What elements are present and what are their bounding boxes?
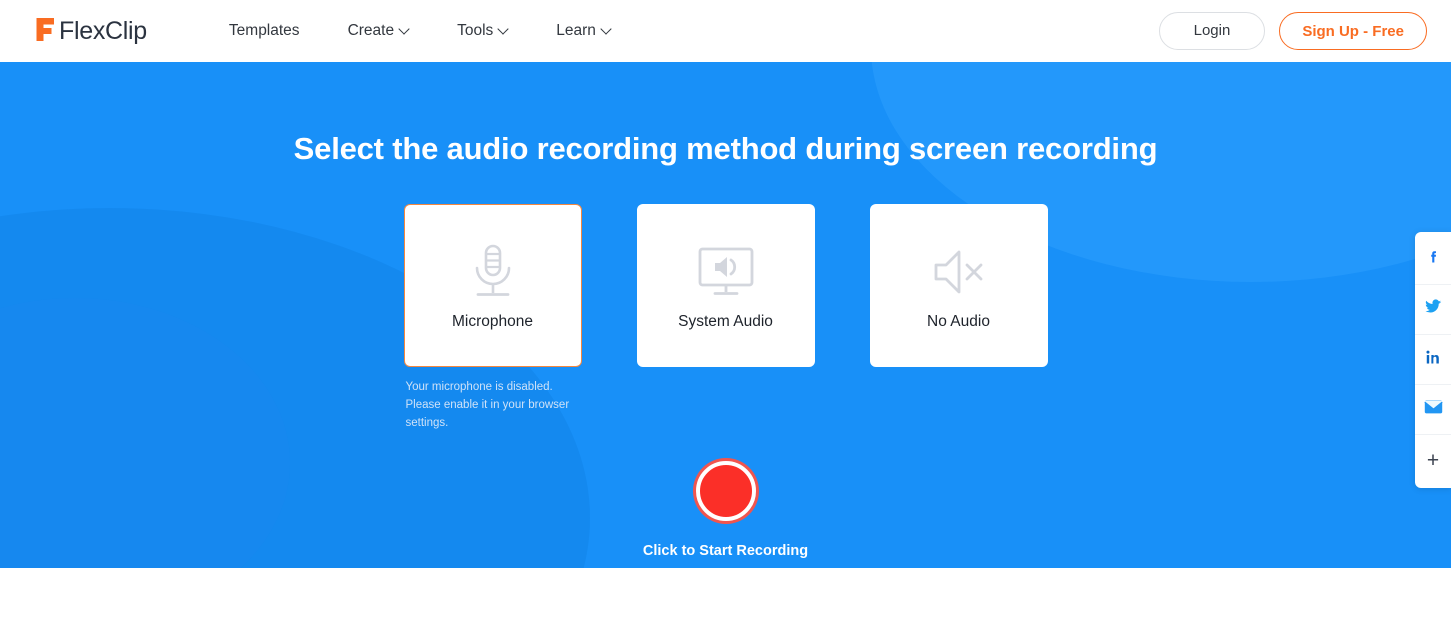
- flexclip-logo-text: FlexClip: [59, 16, 147, 45]
- hero-section: Select the audio recording method during…: [0, 62, 1451, 568]
- record-area: Click to Start Recording: [0, 460, 1451, 559]
- share-twitter-button[interactable]: [1415, 285, 1451, 335]
- option-microphone-wrapper: Microphone Your microphone is disabled. …: [403, 204, 582, 432]
- nav-label: Learn: [556, 22, 596, 39]
- monitor-speaker-icon: [696, 241, 756, 303]
- login-button[interactable]: Login: [1158, 12, 1266, 50]
- option-card-system-audio[interactable]: System Audio: [636, 204, 815, 368]
- audio-method-options: Microphone Your microphone is disabled. …: [0, 204, 1451, 432]
- start-recording-button[interactable]: [695, 460, 756, 521]
- header-actions: Login Sign Up - Free: [1158, 12, 1427, 50]
- email-icon: [1423, 399, 1443, 420]
- flexclip-f-logo-icon: [32, 14, 58, 49]
- nav-item-learn[interactable]: Learn: [532, 14, 635, 48]
- record-hint-label: Click to Start Recording: [642, 542, 809, 559]
- option-label: System Audio: [678, 312, 773, 330]
- option-card-microphone[interactable]: Microphone: [403, 204, 582, 368]
- option-label: Microphone: [452, 312, 533, 330]
- share-linkedin-button[interactable]: [1415, 335, 1451, 385]
- option-card-no-audio[interactable]: No Audio: [869, 204, 1048, 368]
- nav-item-create[interactable]: Create: [324, 14, 434, 48]
- nav-label: Tools: [457, 22, 494, 39]
- nav-item-tools[interactable]: Tools: [433, 14, 532, 48]
- microphone-disabled-note: Your microphone is disabled. Please enab…: [405, 381, 570, 429]
- microphone-icon: [468, 241, 518, 303]
- twitter-icon: [1424, 298, 1442, 321]
- site-header: FlexClip Templates Create Tools Learn Lo…: [0, 0, 1451, 62]
- facebook-icon: [1425, 249, 1442, 271]
- share-facebook-button[interactable]: [1415, 235, 1451, 285]
- flexclip-logo[interactable]: FlexClip: [32, 14, 147, 49]
- speaker-mute-icon: [928, 241, 990, 303]
- share-email-button[interactable]: [1415, 385, 1451, 435]
- page-footer-spacer: [0, 568, 1451, 620]
- option-label: No Audio: [927, 312, 990, 330]
- chevron-down-icon: [499, 25, 508, 34]
- page-title: Select the audio recording method during…: [293, 131, 1158, 166]
- social-share-bar: +: [1415, 232, 1451, 488]
- chevron-down-icon: [602, 25, 611, 34]
- main-navigation: Templates Create Tools Learn: [205, 14, 635, 48]
- nav-label: Create: [347, 22, 395, 39]
- nav-label: Templates: [228, 22, 300, 39]
- option-system-audio-wrapper: System Audio: [636, 204, 815, 432]
- signup-button[interactable]: Sign Up - Free: [1279, 12, 1427, 50]
- option-no-audio-wrapper: No Audio: [869, 204, 1048, 432]
- share-more-button[interactable]: +: [1415, 435, 1451, 485]
- nav-item-templates[interactable]: Templates: [205, 14, 324, 48]
- chevron-down-icon: [400, 25, 409, 34]
- linkedin-icon: [1425, 349, 1442, 371]
- plus-icon: +: [1426, 448, 1440, 472]
